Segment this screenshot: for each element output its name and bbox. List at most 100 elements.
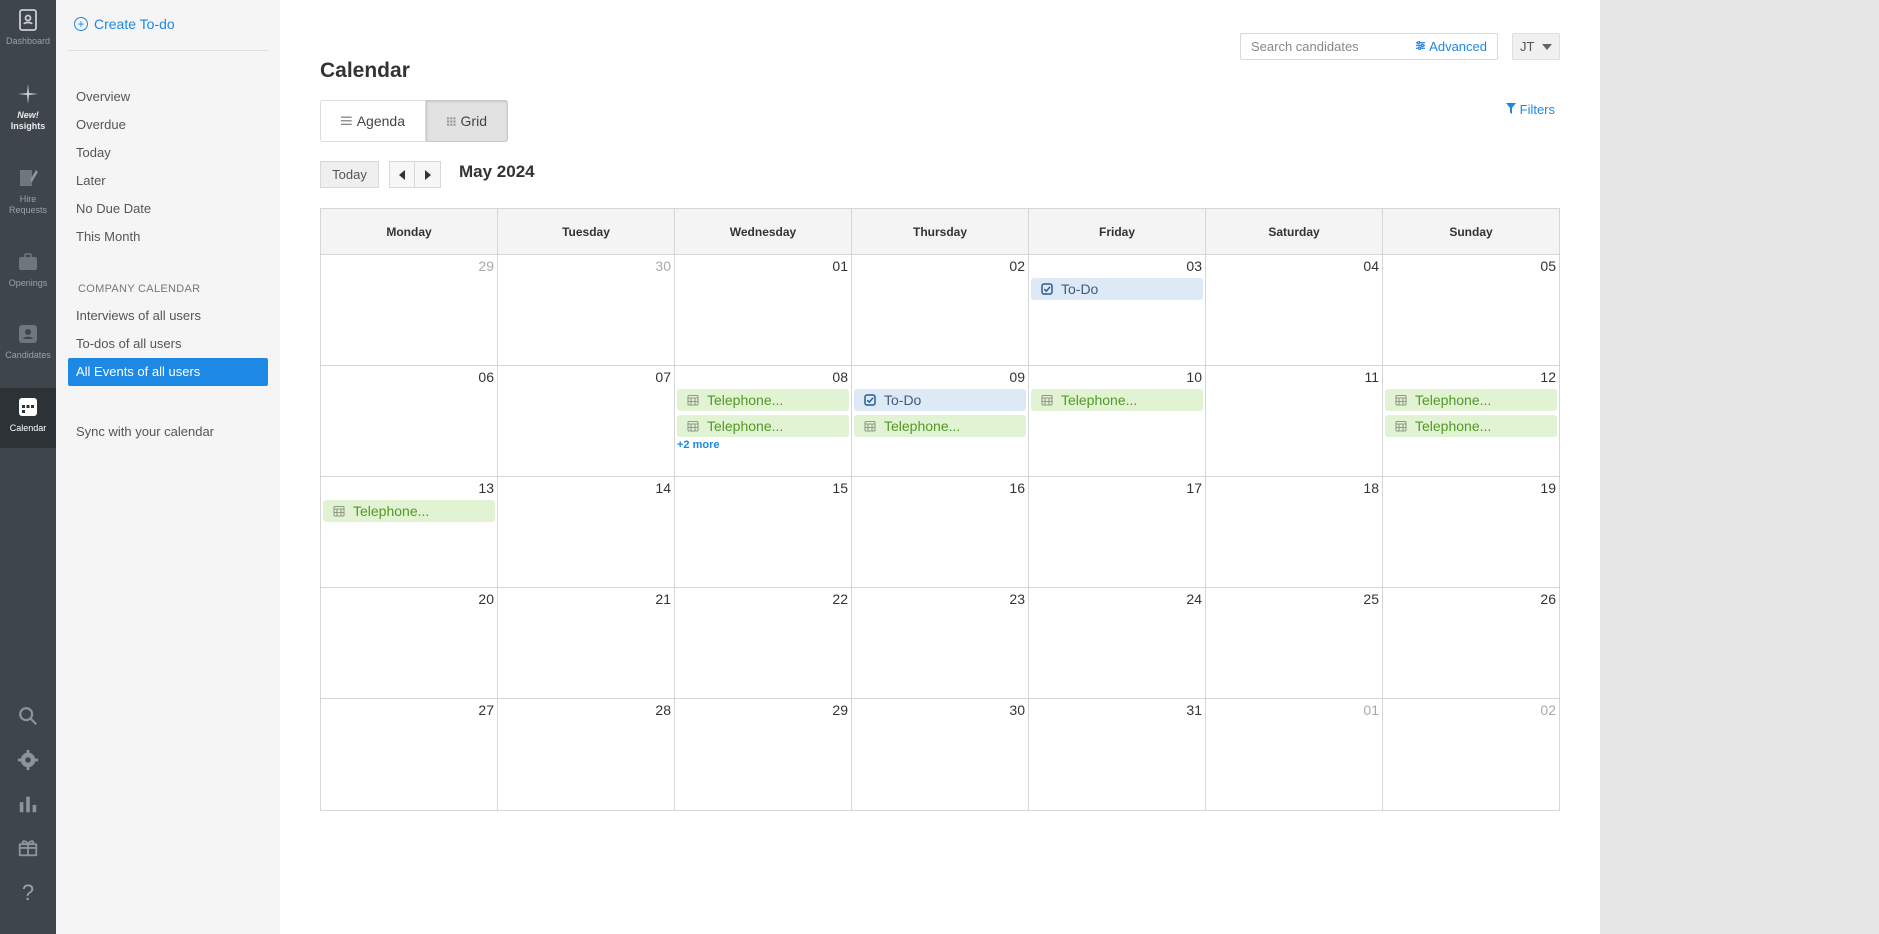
nav-calendar[interactable]: Calendar xyxy=(0,388,56,448)
event-label: Telephone... xyxy=(1061,392,1138,408)
calendar-day-cell[interactable]: 27 xyxy=(321,699,498,810)
day-number: 14 xyxy=(655,480,671,496)
advanced-search-button[interactable]: Advanced xyxy=(1415,39,1487,54)
calendar-day-cell[interactable]: 06 xyxy=(321,366,498,476)
calendar-day-cell[interactable]: 21 xyxy=(498,588,675,698)
calendar-day-cell[interactable]: 30 xyxy=(852,699,1029,810)
calendar-day-cell[interactable]: 19 xyxy=(1383,477,1559,587)
calendar-day-cell[interactable]: 14 xyxy=(498,477,675,587)
telephone-event[interactable]: Telephone... xyxy=(677,415,849,437)
calendar-day-cell[interactable]: 09 To-Do Telephone... xyxy=(852,366,1029,476)
more-events-link[interactable]: +2 more xyxy=(675,439,851,451)
calendar-day-cell[interactable]: 29 xyxy=(321,255,498,365)
day-number: 19 xyxy=(1540,480,1556,496)
calendar-day-cell[interactable]: 28 xyxy=(498,699,675,810)
nav-candidates[interactable]: Candidates xyxy=(0,322,56,372)
telephone-event[interactable]: Telephone... xyxy=(677,389,849,411)
calendar-day-cell[interactable]: 31 xyxy=(1029,699,1206,810)
nav-insights[interactable]: New! Insights xyxy=(0,82,56,142)
list-icon xyxy=(341,116,352,126)
search-candidates-input[interactable] xyxy=(1241,39,1401,54)
calendar-day-cell[interactable]: 04 xyxy=(1206,255,1383,365)
calendar-event-icon xyxy=(333,505,345,517)
user-menu-button[interactable]: JT xyxy=(1512,33,1560,60)
sidebar-item-today[interactable]: Today xyxy=(68,139,268,167)
calendar-day-cell[interactable]: 07 xyxy=(498,366,675,476)
nav-openings[interactable]: Openings xyxy=(0,250,56,300)
view-toggle: Agenda Grid xyxy=(320,100,508,142)
calendar-day-cell[interactable]: 18 xyxy=(1206,477,1383,587)
calendar-day-cell[interactable]: 22 xyxy=(675,588,852,698)
telephone-event[interactable]: Telephone... xyxy=(854,415,1026,437)
calendar-day-cell[interactable]: 12 Telephone... Telephone... xyxy=(1383,366,1559,476)
help-nav-button[interactable]: ? xyxy=(0,880,56,906)
calendar-day-cell[interactable]: 29 xyxy=(675,699,852,810)
calendar-day-cell[interactable]: 08 Telephone... Telephone... +2 more xyxy=(675,366,852,476)
day-number: 15 xyxy=(832,480,848,496)
nav-dashboard[interactable]: Dashboard xyxy=(0,8,56,58)
day-number: 18 xyxy=(1363,480,1379,496)
calendar-day-cell[interactable]: 25 xyxy=(1206,588,1383,698)
telephone-event[interactable]: Telephone... xyxy=(1031,389,1203,411)
sidebar-item-overdue[interactable]: Overdue xyxy=(68,111,268,139)
today-button[interactable]: Today xyxy=(320,161,379,188)
day-number: 03 xyxy=(1186,258,1202,274)
chevron-down-icon xyxy=(1542,43,1553,50)
search-nav-button[interactable] xyxy=(0,705,56,732)
telephone-event[interactable]: Telephone... xyxy=(1385,415,1557,437)
sidebar-item-todos-all-users[interactable]: To-dos of all users xyxy=(68,330,268,358)
todo-event[interactable]: To-Do xyxy=(1031,278,1203,300)
calendar-day-cell[interactable]: 30 xyxy=(498,255,675,365)
next-month-button[interactable] xyxy=(415,161,441,188)
create-todo-button[interactable]: + Create To-do xyxy=(74,16,175,32)
day-number: 11 xyxy=(1364,369,1379,385)
sidebar-item-this-month[interactable]: This Month xyxy=(68,223,268,251)
calendar-day-cell[interactable]: 23 xyxy=(852,588,1029,698)
calendar-day-cell[interactable]: 02 xyxy=(1383,699,1559,810)
sync-calendar-link[interactable]: Sync with your calendar xyxy=(68,418,268,446)
calendar-day-cell[interactable]: 24 xyxy=(1029,588,1206,698)
sidebar-item-interviews-all-users[interactable]: Interviews of all users xyxy=(68,302,268,330)
calendar-day-cell[interactable]: 26 xyxy=(1383,588,1559,698)
prev-month-button[interactable] xyxy=(389,161,415,188)
day-number: 09 xyxy=(1009,369,1025,385)
calendar-day-cell[interactable]: 11 xyxy=(1206,366,1383,476)
filters-button[interactable]: Filters xyxy=(1506,102,1555,117)
calendar-day-cell[interactable]: 01 xyxy=(675,255,852,365)
calendar-day-cell[interactable]: 17 xyxy=(1029,477,1206,587)
calendar-day-cell[interactable]: 03 To-Do xyxy=(1029,255,1206,365)
gifts-nav-button[interactable] xyxy=(0,836,56,863)
candidate-search-box: Advanced xyxy=(1240,33,1498,60)
weekday-header: Friday xyxy=(1029,209,1206,254)
calendar-day-cell[interactable]: 20 xyxy=(321,588,498,698)
event-label: Telephone... xyxy=(707,418,784,434)
calendar-day-cell[interactable]: 16 xyxy=(852,477,1029,587)
help-icon: ? xyxy=(21,880,35,905)
sidebar-item-no-due-date[interactable]: No Due Date xyxy=(68,195,268,223)
calendar-day-cell[interactable]: 15 xyxy=(675,477,852,587)
calendar-day-cell[interactable]: 02 xyxy=(852,255,1029,365)
telephone-event[interactable]: Telephone... xyxy=(1385,389,1557,411)
calendar-icon xyxy=(19,398,37,416)
todo-event[interactable]: To-Do xyxy=(854,389,1026,411)
calendar-day-cell[interactable]: 01 xyxy=(1206,699,1383,810)
page-title: Calendar xyxy=(320,59,410,82)
nav-hire-requests[interactable]: Hire Requests xyxy=(0,166,56,226)
grid-view-button[interactable]: Grid xyxy=(426,100,508,142)
calendar-day-cell[interactable]: 05 xyxy=(1383,255,1559,365)
sidebar-item-overview[interactable]: Overview xyxy=(68,83,268,111)
sidebar-item-later[interactable]: Later xyxy=(68,167,268,195)
calendar-event-icon xyxy=(1395,394,1407,406)
calendar-day-cell[interactable]: 10 Telephone... xyxy=(1029,366,1206,476)
telephone-event[interactable]: Telephone... xyxy=(323,500,495,522)
day-number: 20 xyxy=(478,591,494,607)
agenda-view-button[interactable]: Agenda xyxy=(320,100,426,142)
day-number: 17 xyxy=(1186,480,1202,496)
calendar-day-cell[interactable]: 13 Telephone... xyxy=(321,477,498,587)
settings-nav-button[interactable] xyxy=(0,749,56,776)
sidebar-item-all-events-all-users[interactable]: All Events of all users xyxy=(68,358,268,386)
current-month-label: May 2024 xyxy=(459,162,535,181)
checkbox-checked-icon xyxy=(864,394,876,406)
reports-nav-button[interactable] xyxy=(0,793,56,820)
candidates-icon xyxy=(19,325,37,343)
